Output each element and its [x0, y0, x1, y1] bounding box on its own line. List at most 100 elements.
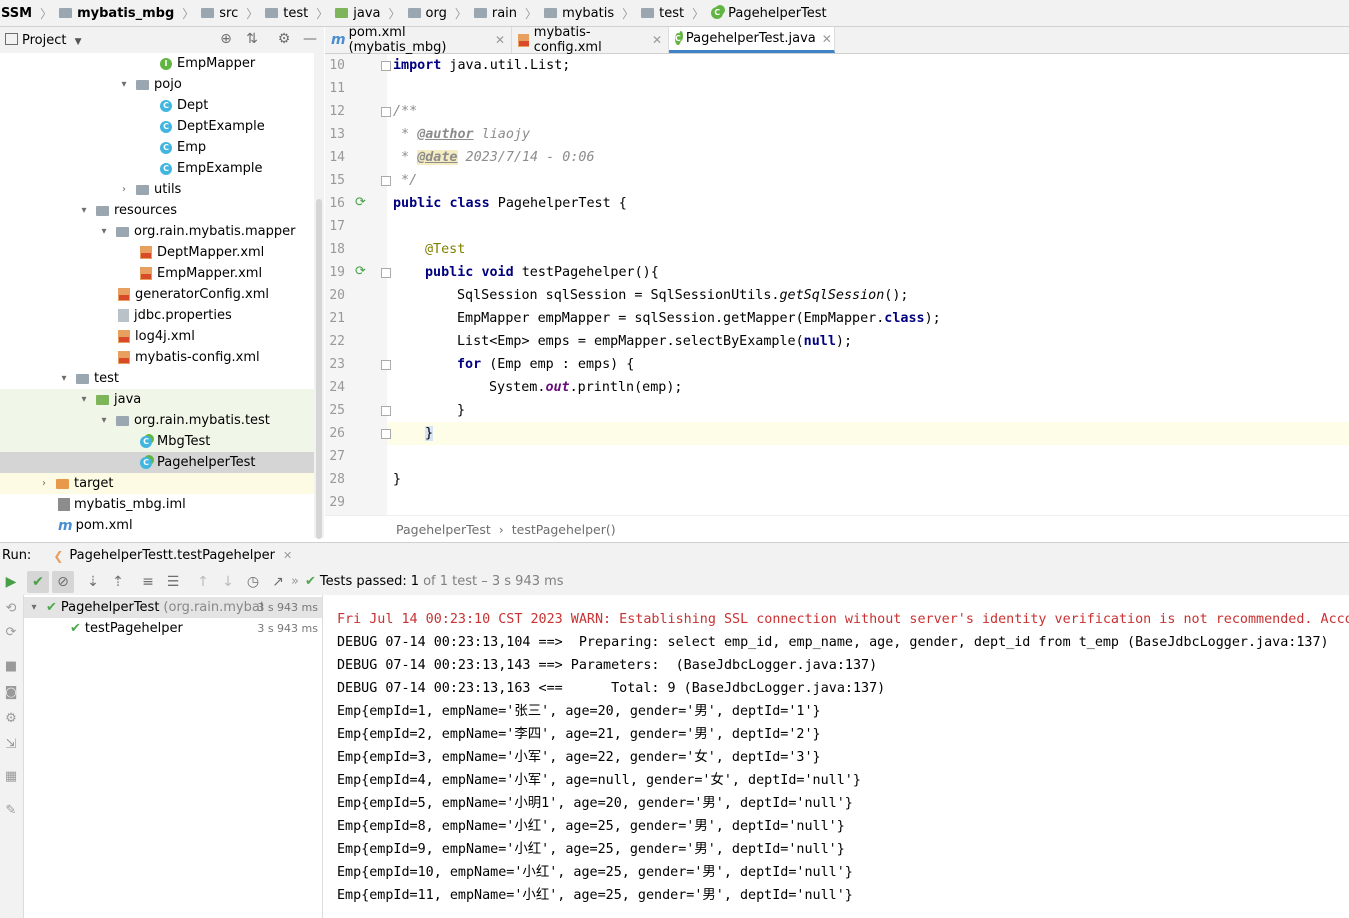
tree-item[interactable]: DeptMapper.xml [0, 242, 314, 263]
more-icon[interactable]: » [291, 574, 299, 589]
show-passed-icon[interactable]: ✔ [27, 570, 49, 593]
keyword: for [457, 357, 482, 372]
breadcrumb-item[interactable]: test [263, 6, 310, 21]
scrollbar-thumb[interactable] [316, 199, 322, 539]
tree-item[interactable]: ▾ java [0, 389, 314, 410]
collapse-all-icon[interactable]: ☰ [162, 571, 184, 593]
arrow-up-icon[interactable]: ↑ [192, 571, 214, 593]
camera-icon[interactable]: ◙ [3, 685, 19, 701]
tree-item[interactable]: C DeptExample [0, 116, 314, 137]
close-icon[interactable]: ✕ [652, 33, 662, 47]
tab-mybatis-config[interactable]: mybatis-config.xml ✕ [512, 25, 669, 55]
import-icon[interactable]: ⇲ [3, 737, 19, 753]
tree-item[interactable]: ▾ org.rain.mybatis.test [0, 410, 314, 431]
chevron-down-icon[interactable]: ▾ [58, 373, 70, 384]
tree-item[interactable]: ▾ pojo [0, 74, 314, 95]
code-editor[interactable]: 10 11 12 13 14 15 16 17 18 19 20 21 22 23 24 25 26 27 28 29… [325, 54, 1349, 515]
rerun-icon[interactable]: ▶ [0, 571, 22, 593]
minimize-icon[interactable]: — [302, 31, 318, 47]
tree-item[interactable]: generatorConfig.xml [0, 284, 314, 305]
test-case-name: testPagehelper [84, 621, 183, 636]
chevron-down-icon[interactable]: ▾ [118, 79, 130, 90]
breadcrumb-item[interactable]: mybatis [542, 6, 616, 21]
expand-all-icon[interactable]: ≡ [137, 571, 159, 593]
tree-item[interactable]: C MbgTest [0, 431, 314, 452]
breadcrumb-item[interactable]: C PagehelperTest [709, 6, 829, 21]
chevron-right-icon[interactable]: › [38, 478, 50, 489]
tree-item[interactable]: › target [0, 473, 314, 494]
breadcrumb-item[interactable]: test [639, 6, 686, 21]
show-ignored-icon[interactable]: ⊘ [52, 570, 74, 593]
arrow-down-icon[interactable]: ↓ [217, 571, 239, 593]
breadcrumb-class[interactable]: PagehelperTest [396, 522, 491, 537]
toggle-auto-test-icon[interactable]: ⟳ [3, 625, 19, 641]
breadcrumb-item[interactable]: rain [472, 6, 519, 21]
chevron-down-icon[interactable]: ▾ [28, 602, 40, 613]
run-test-icon[interactable]: ⟳ [355, 196, 369, 210]
close-icon[interactable]: ✕ [283, 549, 292, 562]
chevron-right-icon[interactable]: › [118, 184, 130, 195]
fold-marker-icon[interactable] [381, 268, 391, 278]
tab-pagehelper-test[interactable]: C PagehelperTest.java ✕ [669, 27, 835, 53]
tree-item[interactable]: ▾ resources [0, 200, 314, 221]
project-view-selector[interactable]: Project ▼ [22, 33, 82, 48]
fold-marker-icon[interactable] [381, 360, 391, 370]
tree-item[interactable]: m pom.xml [0, 515, 314, 536]
fold-marker-icon[interactable] [381, 406, 391, 416]
tree-item[interactable]: ▾ test [0, 368, 314, 389]
tree-item[interactable]: C Dept [0, 95, 314, 116]
project-tree-scrollbar[interactable] [314, 53, 324, 539]
fold-marker-icon[interactable] [381, 61, 391, 71]
code-line: System.out.println(emp); [393, 376, 683, 399]
chevron-down-icon[interactable]: ▾ [78, 205, 90, 216]
tree-item[interactable]: EmpMapper.xml [0, 263, 314, 284]
pin-icon[interactable]: ✎ [3, 803, 19, 819]
chevron-down-icon[interactable]: ▾ [98, 226, 110, 237]
folder-icon [136, 184, 149, 195]
breadcrumb-method[interactable]: testPagehelper() [512, 522, 616, 537]
rerun-failed-icon[interactable]: ⟲ [3, 601, 19, 617]
code-text: .println(emp); [569, 380, 683, 395]
breadcrumb-item[interactable]: mybatis_mbg [57, 6, 176, 21]
tree-item[interactable]: mybatis-config.xml [0, 347, 314, 368]
fold-marker-icon[interactable] [381, 176, 391, 186]
fold-marker-icon[interactable] [381, 107, 391, 117]
tree-item[interactable]: jdbc.properties [0, 305, 314, 326]
sort-duration-icon[interactable]: ⇡ [107, 571, 129, 593]
sort-alpha-icon[interactable]: ⇣ [82, 571, 104, 593]
line-number: 24 [329, 380, 345, 395]
run-config-tab[interactable]: ❮ PagehelperTestt.testPagehelper ✕ [53, 548, 292, 563]
clock-icon[interactable]: ◷ [242, 571, 264, 593]
locate-icon[interactable]: ⊕ [218, 31, 234, 47]
tree-item[interactable]: ▾ org.rain.mybatis.mapper [0, 221, 314, 242]
chevron-down-icon[interactable]: ▾ [78, 394, 90, 405]
breadcrumb-item[interactable]: java [333, 6, 382, 21]
collapse-all-icon[interactable]: ⇅ [244, 31, 260, 47]
gear-icon[interactable]: ⚙ [276, 31, 292, 47]
fold-marker-icon[interactable] [381, 429, 391, 439]
tree-item[interactable]: C EmpExample [0, 158, 314, 179]
test-suite-row[interactable]: ▾ ✔ PagehelperTest (org.rain.mybatis.t 3… [24, 597, 322, 618]
maven-icon: m [58, 517, 73, 534]
export-icon[interactable]: ↗ [267, 571, 289, 593]
test-case-row[interactable]: ✔ testPagehelper 3 s 943 ms [24, 618, 322, 639]
stop-icon[interactable]: ■ [3, 659, 19, 675]
breadcrumb-item[interactable]: SSM [0, 6, 34, 21]
breadcrumb-item[interactable]: src [199, 6, 240, 21]
close-icon[interactable]: ✕ [495, 33, 505, 47]
layout-icon[interactable]: ▦ [3, 769, 19, 785]
code-text: SqlSession sqlSession = SqlSessionUtils. [457, 288, 780, 303]
console-output[interactable]: Fri Jul 14 00:23:10 CST 2023 WARN: Estab… [323, 595, 1349, 918]
tree-item[interactable]: mybatis_mbg.iml [0, 494, 314, 515]
tree-item[interactable]: C Emp [0, 137, 314, 158]
tree-item[interactable]: I EmpMapper [0, 53, 314, 74]
chevron-down-icon[interactable]: ▾ [98, 415, 110, 426]
breadcrumb-item[interactable]: org [406, 6, 449, 21]
tab-pom-xml[interactable]: m pom.xml (mybatis_mbg) ✕ [325, 25, 512, 55]
tree-item[interactable]: C PagehelperTest [0, 452, 314, 473]
close-icon[interactable]: ✕ [822, 32, 832, 46]
settings-icon[interactable]: ⚙ [3, 711, 19, 727]
tree-item[interactable]: log4j.xml [0, 326, 314, 347]
run-test-icon[interactable]: ⟳ [355, 265, 369, 279]
tree-item[interactable]: › utils [0, 179, 314, 200]
